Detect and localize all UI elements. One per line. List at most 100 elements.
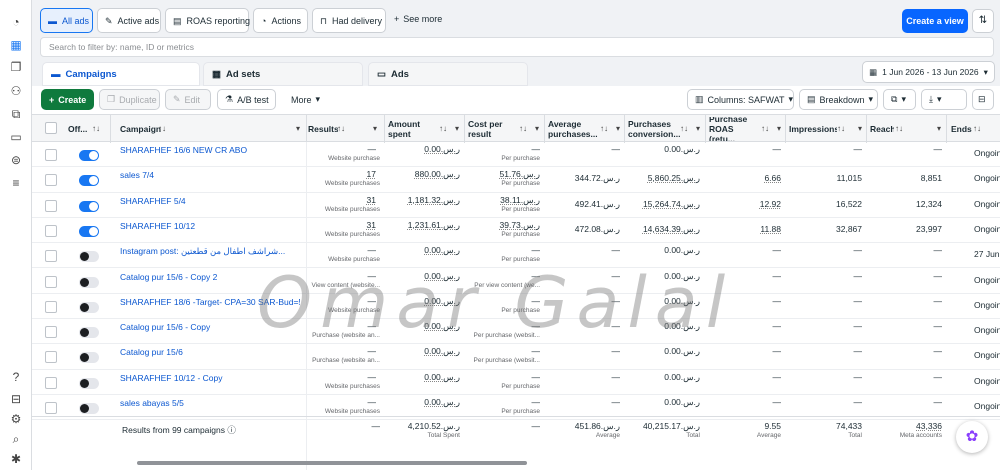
- campaign-name-link[interactable]: Instagram post: شراشف اطفال من قطعتين...: [120, 246, 300, 257]
- view-roas-reporting[interactable]: ▤ ROAS reporting: [165, 8, 250, 33]
- delivery-toggle[interactable]: [79, 175, 99, 187]
- row-checkbox[interactable]: [45, 199, 57, 212]
- sort-icon[interactable]: ↑↓: [761, 124, 769, 133]
- sort-icon[interactable]: ↑↓: [439, 124, 447, 133]
- row-checkbox[interactable]: [45, 351, 57, 364]
- see-more-button[interactable]: + See more: [394, 14, 442, 24]
- edit-button[interactable]: ✎ Edit: [165, 89, 211, 110]
- campaign-name-link[interactable]: Catalog pur 15/6 - Copy: [120, 322, 300, 332]
- tab-ads[interactable]: ▭ Ads: [368, 62, 528, 86]
- row-checkbox[interactable]: [45, 275, 57, 288]
- row-checkbox[interactable]: [45, 250, 57, 263]
- campaign-name-link[interactable]: Catalog pur 15/6 - Copy 2: [120, 272, 300, 282]
- col-reach[interactable]: Reach: [870, 117, 894, 141]
- view-active-ads[interactable]: ✎ Active ads: [97, 8, 161, 33]
- layers-icon[interactable]: ❐: [9, 60, 23, 74]
- settings-icon[interactable]: ⚙: [9, 412, 23, 426]
- chevron-down-icon[interactable]: ▾: [937, 124, 941, 133]
- sort-icon[interactable]: ↑↓: [92, 124, 100, 133]
- stamp-icon[interactable]: ⊜: [9, 153, 23, 167]
- more-button[interactable]: More ▾: [284, 89, 328, 110]
- delivery-toggle[interactable]: [79, 251, 99, 263]
- search-icon[interactable]: ⌕: [9, 432, 23, 446]
- col-amount-spent[interactable]: Amount spent: [388, 117, 434, 141]
- chevron-down-icon[interactable]: ▾: [296, 124, 300, 133]
- sort-icon[interactable]: ↑↓: [680, 124, 688, 133]
- col-cost-per-result[interactable]: Cost per result: [468, 117, 516, 141]
- table-row[interactable]: Catalog pur 15/6 - Copy 2— View content (…: [32, 269, 1000, 294]
- table-icon[interactable]: ▦: [9, 38, 23, 52]
- date-range-picker[interactable]: ▦ 1 Jun 2026 - 13 Jun 2026 ▾: [862, 61, 995, 83]
- table-row[interactable]: SHARAFHEF 10/12 31 Website purchases ر.س.1,…: [32, 218, 1000, 244]
- delivery-toggle[interactable]: [79, 276, 99, 288]
- delivery-toggle[interactable]: [79, 301, 99, 313]
- col-purchase-roas[interactable]: Purchase ROAS (retu...: [709, 117, 761, 141]
- campaign-name-link[interactable]: SHARAFHEF 16/6 NEW CR ABO: [120, 145, 300, 155]
- row-checkbox[interactable]: [45, 224, 57, 237]
- campaign-name-link[interactable]: SHARAFHEF 5/4: [120, 196, 300, 206]
- campaign-name-link[interactable]: SHARAFHEF 18/6 -Target- CPA=30 SAR-Bud=5…: [120, 297, 300, 307]
- create-view-button[interactable]: Create a view: [902, 9, 968, 33]
- columns-button[interactable]: ▥ Columns: SAFWAT ▾: [687, 89, 794, 110]
- table-row[interactable]: SHARAFHEF 16/6 NEW CR ABO — Website purcha…: [32, 142, 1000, 168]
- chevron-down-icon[interactable]: ▾: [535, 124, 539, 133]
- view-had-delivery[interactable]: ⊓ Had delivery: [312, 8, 386, 33]
- chevron-down-icon[interactable]: ▾: [858, 124, 862, 133]
- campaign-name-link[interactable]: sales 7/4: [120, 170, 300, 180]
- campaign-name-link[interactable]: SHARAFHEF 10/12 - Copy: [120, 373, 300, 383]
- row-checkbox[interactable]: [45, 149, 57, 161]
- chevron-down-icon[interactable]: ▾: [616, 124, 620, 133]
- delivery-toggle[interactable]: [79, 352, 99, 364]
- card-icon[interactable]: ▭: [9, 130, 23, 144]
- col-purchases-conversion[interactable]: Purchases conversion...: [628, 117, 680, 141]
- campaign-name-link[interactable]: sales abayas 5/5: [120, 398, 300, 408]
- sort-icon[interactable]: ↑↓: [158, 124, 166, 133]
- charts-button[interactable]: ⧉ ▾: [883, 89, 916, 110]
- row-checkbox[interactable]: [45, 174, 57, 187]
- horizontal-scrollbar[interactable]: [137, 461, 527, 465]
- campaign-name-link[interactable]: SHARAFHEF 10/12: [120, 221, 300, 231]
- table-row[interactable]: SHARAFHEF 18/6 -Target- CPA=30 SAR-Bud=5…: [32, 294, 1000, 320]
- help-icon[interactable]: ?: [9, 370, 23, 384]
- sort-icon[interactable]: ↑↓: [600, 124, 608, 133]
- table-row[interactable]: Catalog pur 15/6 - Copy — Purchase (websit…: [32, 319, 1000, 345]
- search-filter-input[interactable]: Search to filter by: name, ID or metrics: [40, 37, 994, 57]
- menu-icon[interactable]: ≡: [9, 176, 23, 190]
- row-checkbox[interactable]: [45, 300, 57, 313]
- table-row[interactable]: Instagram post: شراشف اطفال من قطعتين...…: [32, 243, 1000, 269]
- delivery-toggle[interactable]: [79, 403, 99, 414]
- ab-test-button[interactable]: ⚗ A/B test: [217, 89, 276, 110]
- table-row[interactable]: sales 7/4 17 Website purchases ر.س.880.00 ر.…: [32, 167, 1000, 193]
- export-button[interactable]: ⤓ ▾: [921, 89, 967, 110]
- table-row[interactable]: SHARAFHEF 5/4 31 Website purchases ر.س.1,18…: [32, 193, 1000, 218]
- sort-icon[interactable]: ↑↓: [895, 124, 903, 133]
- delivery-toggle[interactable]: [79, 200, 99, 212]
- duplicate-button[interactable]: ❐ Duplicate: [99, 89, 160, 110]
- chevron-down-icon[interactable]: ▾: [455, 124, 459, 133]
- create-button[interactable]: + Create: [41, 89, 94, 110]
- chevron-down-icon[interactable]: ▾: [696, 124, 700, 133]
- link-icon[interactable]: ⧉: [9, 107, 23, 121]
- tab-campaigns[interactable]: ▬ Campaigns: [42, 62, 200, 86]
- info-icon[interactable]: ⓘ: [227, 425, 236, 435]
- delivery-toggle[interactable]: [79, 225, 99, 237]
- sort-icon[interactable]: ↑↓: [837, 124, 845, 133]
- chevron-down-icon[interactable]: ▾: [777, 124, 781, 133]
- sort-icon[interactable]: ↑↓: [519, 124, 527, 133]
- row-checkbox[interactable]: [45, 326, 57, 339]
- delivery-toggle[interactable]: [79, 377, 99, 389]
- row-checkbox[interactable]: [45, 376, 57, 389]
- view-actions[interactable]: ◔ Actions: [253, 8, 308, 33]
- ai-assistant-button[interactable]: ✿: [956, 421, 988, 453]
- sort-icon[interactable]: ↑↓: [973, 124, 981, 133]
- campaign-name-link[interactable]: Catalog pur 15/6: [120, 347, 300, 357]
- sort-icon[interactable]: ↑↓: [337, 124, 345, 133]
- audience-icon[interactable]: ⚇: [9, 84, 23, 98]
- delivery-toggle[interactable]: [79, 327, 99, 339]
- report-button[interactable]: ⊟: [972, 89, 994, 110]
- col-results[interactable]: Results: [308, 117, 338, 141]
- chevron-down-icon[interactable]: ▾: [373, 124, 377, 133]
- layout-settings-button[interactable]: ⇅: [972, 9, 994, 33]
- view-all-ads[interactable]: ▬ All ads: [40, 8, 93, 33]
- gauge-icon[interactable]: ◔: [9, 15, 23, 29]
